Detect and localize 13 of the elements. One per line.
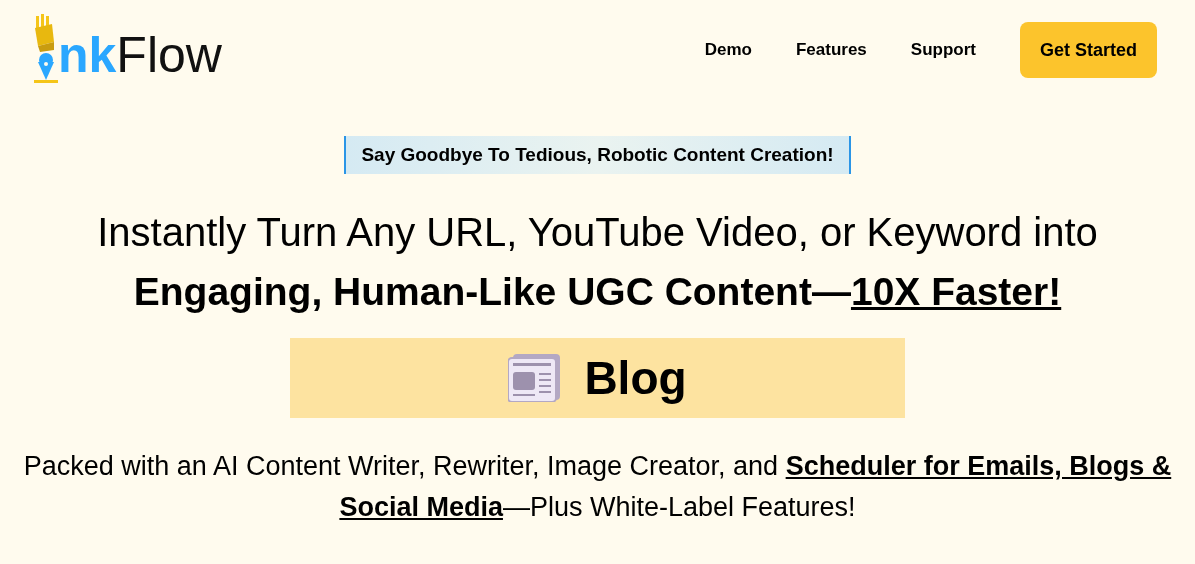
headline: Instantly Turn Any URL, YouTube Video, or Keyword into xyxy=(97,212,1098,252)
nav-link[interactable]: Features xyxy=(795,37,867,63)
pen-logo-icon xyxy=(32,14,58,86)
logo-text: Flow xyxy=(116,30,222,80)
tagline-badge: Say Goodbye To Tedious, Robotic Content Creation! xyxy=(344,136,851,174)
nav-link[interactable]: Support xyxy=(910,37,976,63)
content-type-label: Blog xyxy=(584,350,687,406)
description-text: Packed with an AI Content Writer, Rewriter, Image Creator, and Scheduler for Emails, Blogs & Social Media—Plus White-Label Features! xyxy=(22,450,1173,524)
headline: Engaging, Human-Like UGC Content—10X Faster! xyxy=(133,272,1062,311)
nav-link[interactable]: Demo xyxy=(704,37,752,63)
get-started-button[interactable]: Get Started xyxy=(1019,22,1157,78)
logo-text: nk xyxy=(58,30,117,80)
newspaper-icon xyxy=(508,354,561,402)
